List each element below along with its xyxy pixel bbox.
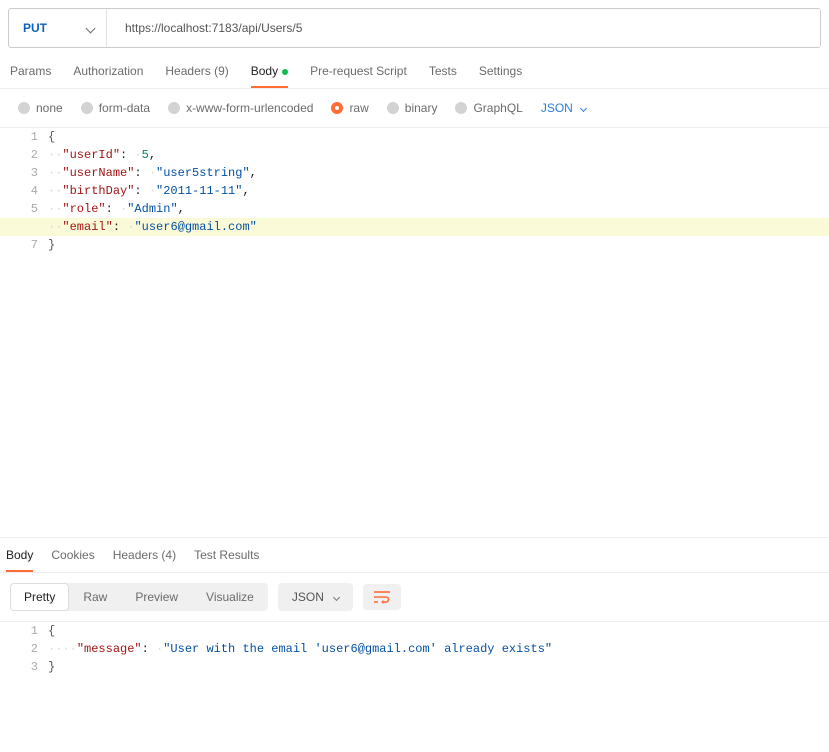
resp-tab-body[interactable]: Body <box>6 548 33 572</box>
tab-params[interactable]: Params <box>10 64 51 88</box>
tab-tests[interactable]: Tests <box>429 64 457 88</box>
tab-body-label: Body <box>251 64 278 78</box>
request-tabs: Params Authorization Headers (9) Body Pr… <box>0 48 829 89</box>
radio-dot-icon <box>168 102 180 114</box>
body-type-row: none form-data x-www-form-urlencoded raw… <box>0 89 829 127</box>
response-body-editor[interactable]: 123 {····"message": ·"User with the emai… <box>0 621 829 676</box>
resp-tab-test-results[interactable]: Test Results <box>194 548 259 572</box>
wrap-icon <box>373 590 391 604</box>
view-raw[interactable]: Raw <box>69 583 121 611</box>
radio-label-raw: raw <box>349 101 368 115</box>
chevron-down-icon <box>86 23 96 33</box>
response-format-select[interactable]: JSON <box>278 583 353 611</box>
radio-label-binary: binary <box>405 101 438 115</box>
radio-dot-icon <box>387 102 399 114</box>
radio-dot-icon <box>18 102 30 114</box>
tab-authorization[interactable]: Authorization <box>73 64 143 88</box>
view-visualize[interactable]: Visualize <box>192 583 268 611</box>
dot-icon <box>282 69 288 75</box>
line-gutter: 123 <box>0 622 48 676</box>
url-input[interactable] <box>107 9 820 47</box>
radio-label-x-www: x-www-form-urlencoded <box>186 101 313 115</box>
tab-settings[interactable]: Settings <box>479 64 522 88</box>
response-tabs: Body Cookies Headers (4) Test Results <box>0 537 829 573</box>
radio-none[interactable]: none <box>18 101 63 115</box>
radio-binary[interactable]: binary <box>387 101 438 115</box>
chevron-down-icon <box>580 104 587 111</box>
http-method-label: PUT <box>23 21 47 35</box>
radio-form-data[interactable]: form-data <box>81 101 150 115</box>
radio-dot-icon <box>81 102 93 114</box>
view-pretty[interactable]: Pretty <box>10 583 69 611</box>
radio-label-form-data: form-data <box>99 101 150 115</box>
radio-label-graphql: GraphQL <box>473 101 522 115</box>
resp-tab-cookies[interactable]: Cookies <box>51 548 94 572</box>
view-preview[interactable]: Preview <box>121 583 192 611</box>
tab-prerequest[interactable]: Pre-request Script <box>310 64 407 88</box>
body-format-label: JSON <box>541 101 573 115</box>
response-view-segmented: Pretty Raw Preview Visualize <box>10 583 268 611</box>
radio-dot-icon <box>331 102 343 114</box>
resp-tab-headers[interactable]: Headers (4) <box>113 548 176 572</box>
request-body-editor[interactable]: 1234567 {··"userId": ·5,··"userName": ·"… <box>0 127 829 254</box>
radio-raw[interactable]: raw <box>331 101 368 115</box>
request-url-bar: PUT <box>8 8 821 48</box>
radio-graphql[interactable]: GraphQL <box>455 101 522 115</box>
radio-dot-icon <box>455 102 467 114</box>
chevron-down-icon <box>333 593 340 600</box>
tab-body[interactable]: Body <box>251 64 288 88</box>
response-view-options: Pretty Raw Preview Visualize JSON <box>0 573 829 621</box>
http-method-select[interactable]: PUT <box>9 9 107 47</box>
radio-x-www-form-urlencoded[interactable]: x-www-form-urlencoded <box>168 101 313 115</box>
body-format-select[interactable]: JSON <box>541 101 586 115</box>
wrap-lines-button[interactable] <box>363 584 401 610</box>
response-format-label: JSON <box>292 590 324 604</box>
tab-headers[interactable]: Headers (9) <box>165 64 228 88</box>
radio-label-none: none <box>36 101 63 115</box>
